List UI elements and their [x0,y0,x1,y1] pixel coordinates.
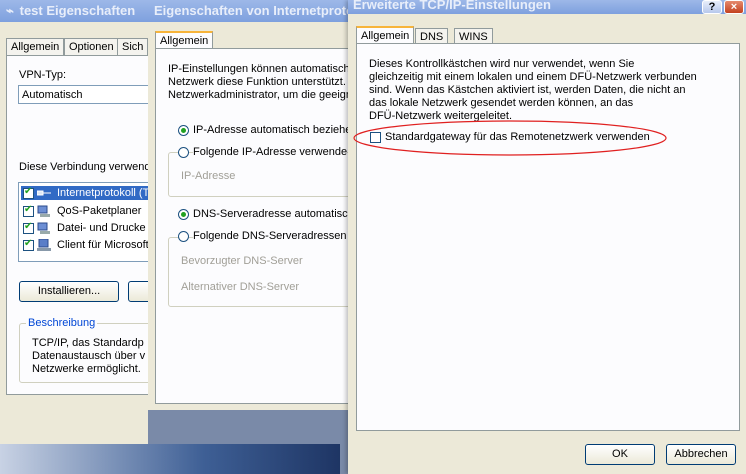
description-line: Datenaustausch über v [32,350,146,362]
network-service-icon [37,205,50,217]
ip-auto-radio[interactable] [178,125,189,136]
front-window-titlebar[interactable]: Erweiterte TCP/IP-Einstellungen [348,0,746,14]
back-window-titlebar[interactable]: ⌁ test Eigenschaften [0,0,148,22]
ip-address-label: IP-Adresse [181,170,236,182]
components-list[interactable]: Internetprotokoll (T QoS-Paketplaner Dat… [18,182,148,262]
tab-label: DNS [420,31,444,43]
dns-manual-label: Folgende DNS-Serveradressen v [193,230,352,243]
tab-optionen[interactable]: Optionen [64,38,119,55]
back-properties-window: ⌁ test Eigenschaften Allgemein Optionen … [0,0,148,444]
component-label: QoS-Paketplaner [57,205,142,217]
dns-auto-radio[interactable] [178,209,189,220]
front-window-title: Erweiterte TCP/IP-Einstellungen [353,0,551,12]
component-label: Datei- und Drucke [57,222,146,234]
network-protocol-icon [37,190,51,196]
tab-sicherheit[interactable]: Sich [117,38,148,55]
component-checkbox[interactable] [23,221,34,234]
description-line: gleichzeitig mit einem lokalen und einem… [369,71,697,83]
dns-preferred-label: Bevorzugter DNS-Server [181,255,303,267]
description-line: Dieses Kontrollkästchen wird nur verwend… [369,58,635,70]
dns-auto-label: DNS-Serveradresse automatisch [193,208,352,220]
tcpip-properties-window: Eigenschaften von Internetproto Allgemei… [148,0,352,410]
uninstall-button[interactable] [128,281,148,302]
middle-window-title: Eigenschaften von Internetproto [154,3,352,18]
window-icon: ⌁ [6,3,14,18]
tab-allgemein[interactable]: Allgemein [6,38,65,55]
component-checkbox[interactable] [23,238,34,251]
component-label: Internetprotokoll (T [57,187,148,199]
tab-label: Allgemein [160,35,209,47]
dns-alternate-label: Alternativer DNS-Server [181,281,299,293]
vpn-type-label: VPN-Typ: [19,69,67,81]
ip-auto-label: IP-Adresse automatisch beziehe [193,124,352,136]
network-service-icon [37,222,50,234]
description-line: sind. Wenn das Kästchen aktiviert ist, w… [369,84,686,96]
component-label: Client für Microsoft [57,239,148,251]
tab-allgemein[interactable]: Allgemein [155,31,214,48]
button-label: Abbrechen [674,448,728,460]
dns-manual-groupbox [168,237,352,307]
description-line: TCP/IP, das Standardp [32,337,144,349]
network-client-icon [37,239,51,251]
intro-line: Netzwerkadministrator, um die geeign [168,89,352,101]
close-icon: × [730,1,738,13]
cancel-button[interactable]: Abbrechen [666,444,736,465]
ok-button[interactable]: OK [585,444,655,465]
highlight-ellipse [353,120,667,156]
tab-label: Allgemein [361,30,410,42]
description-line: das lokale Netzwerk gesendet werden könn… [369,97,634,109]
intro-line: Netzwerk diese Funktion unterstützt. V [168,76,352,88]
install-button[interactable]: Installieren... [19,281,119,302]
vpn-type-value: Automatisch [22,89,83,101]
button-label: OK [612,448,628,460]
tab-label: Allgemein [11,41,60,53]
tab-label: Optionen [69,41,114,53]
component-checkbox[interactable] [23,186,34,199]
close-button[interactable]: × [724,0,744,14]
components-label: Diese Verbindung verwende [19,161,148,173]
component-checkbox[interactable] [23,204,34,217]
back-window-title: test Eigenschaften [19,3,136,18]
desktop-background [0,444,340,474]
button-label: Installieren... [37,285,101,297]
ip-manual-label: Folgende IP-Adresse verwende [193,146,348,159]
description-legend: Beschreibung [26,317,98,330]
tab-label: WINS [459,31,488,43]
dns-manual-radio[interactable] [178,231,189,242]
vpn-type-select[interactable]: Automatisch [18,85,148,104]
tab-allgemein[interactable]: Allgemein [356,26,415,43]
help-icon: ? [708,1,716,13]
intro-line: IP-Einstellungen können automatisch [168,63,350,75]
tab-label: Sich [122,41,144,53]
help-button[interactable]: ? [702,0,722,14]
middle-window-titlebar[interactable]: Eigenschaften von Internetproto [148,0,352,22]
description-line: Netzwerke ermöglicht. [32,363,141,375]
advanced-tcpip-window: Erweiterte TCP/IP-Einstellungen ? × Allg… [348,0,746,474]
ip-manual-radio[interactable] [178,147,189,158]
